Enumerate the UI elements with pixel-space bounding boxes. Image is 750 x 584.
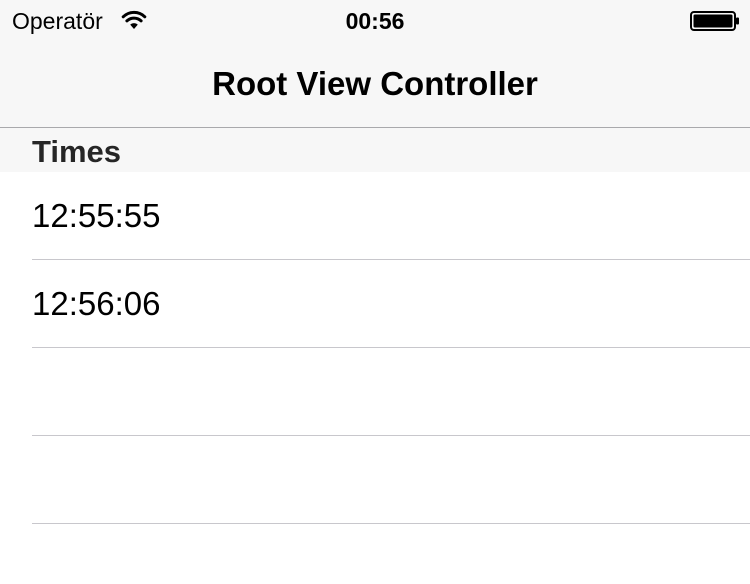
section-title: Times — [32, 134, 122, 169]
nav-title: Root View Controller — [212, 65, 538, 102]
row-label: 12:55:55 — [32, 197, 161, 234]
app-screen: Operatör 00:56 Root View Controller Time… — [0, 0, 750, 584]
times-table[interactable]: 12:55:55 12:56:06 — [0, 172, 750, 524]
table-row-empty — [0, 436, 750, 524]
status-bar: Operatör 00:56 — [0, 0, 750, 40]
table-row[interactable]: 12:56:06 — [0, 260, 750, 348]
section-header: Times — [0, 128, 750, 172]
table-row[interactable]: 12:55:55 — [0, 172, 750, 260]
table-row-empty — [0, 348, 750, 436]
status-time: 00:56 — [345, 8, 405, 34]
top-bar: Operatör 00:56 Root View Controller — [0, 0, 750, 128]
battery-icon — [690, 11, 739, 31]
row-label: 12:56:06 — [32, 285, 161, 322]
